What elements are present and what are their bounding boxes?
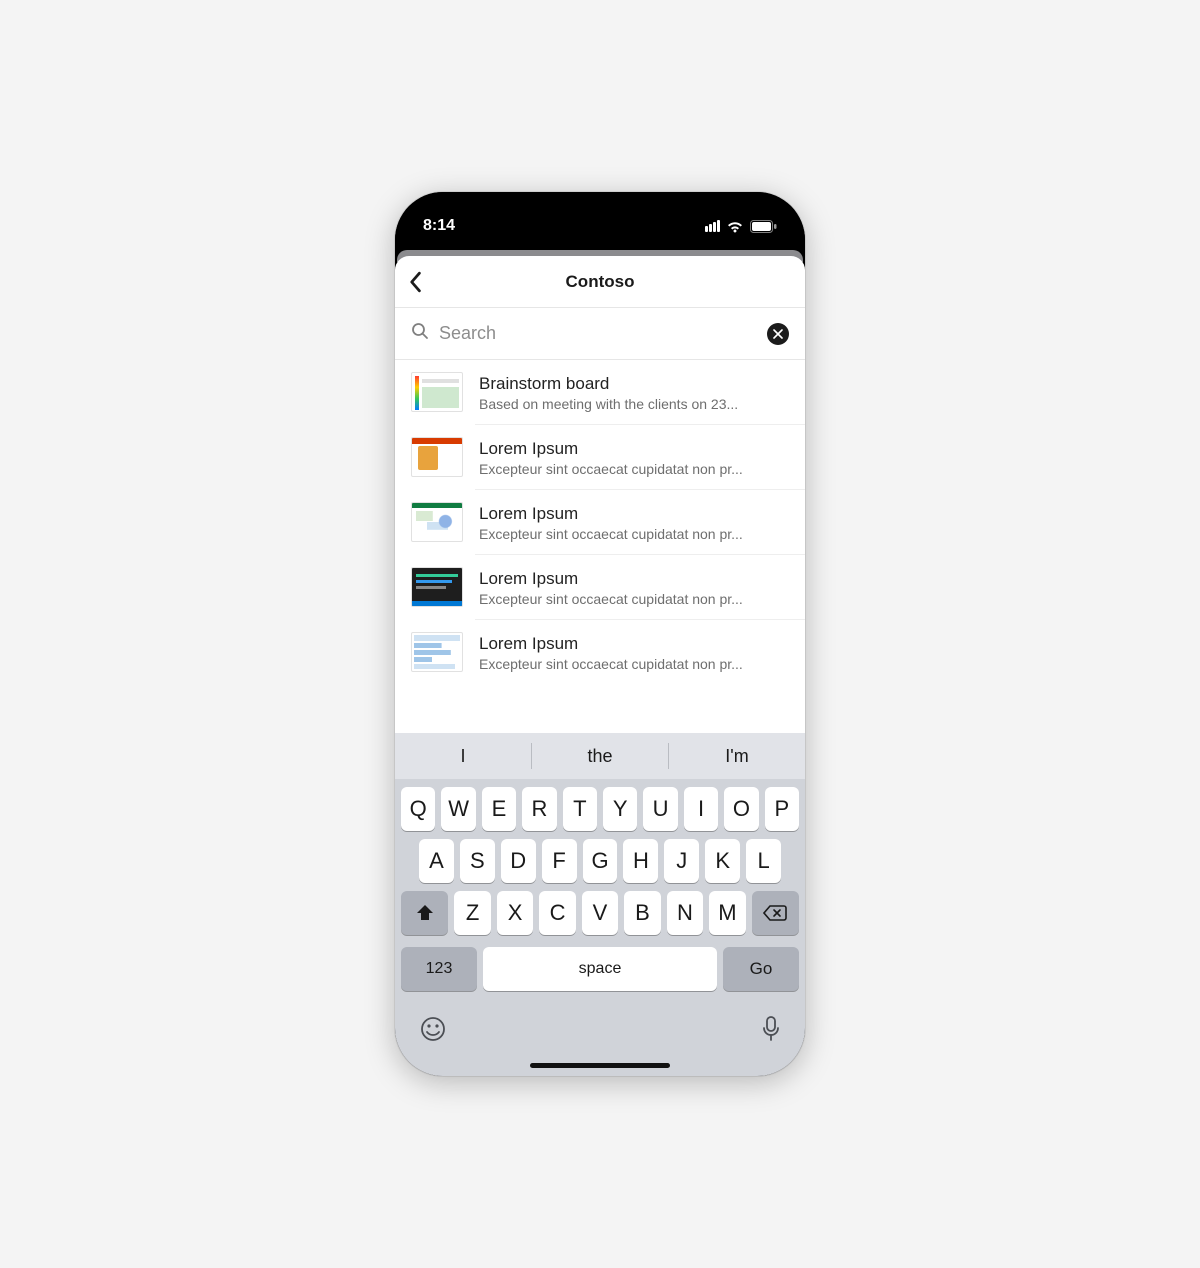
shift-key[interactable] [401,891,448,935]
key-c[interactable]: C [539,891,575,935]
phone-frame: 8:14 Contoso [395,192,805,1076]
key-t[interactable]: T [563,787,597,831]
suggestion[interactable]: the [532,746,668,767]
key-z[interactable]: Z [454,891,490,935]
key-v[interactable]: V [582,891,618,935]
status-bar: 8:14 [395,192,805,250]
result-title: Lorem Ipsum [479,439,789,459]
battery-icon [750,220,777,233]
search-icon [411,322,429,345]
key-b[interactable]: B [624,891,660,935]
result-title: Brainstorm board [479,374,789,394]
key-i[interactable]: I [684,787,718,831]
keyboard-suggestions: I the I'm [395,733,805,779]
key-n[interactable]: N [667,891,703,935]
key-w[interactable]: W [441,787,475,831]
back-button[interactable] [407,256,447,307]
key-d[interactable]: D [501,839,536,883]
key-q[interactable]: Q [401,787,435,831]
results-list: Brainstorm board Based on meeting with t… [395,360,805,733]
key-a[interactable]: A [419,839,454,883]
key-x[interactable]: X [497,891,533,935]
emoji-button[interactable] [419,1015,447,1048]
keyboard-toolbar [395,999,805,1063]
key-k[interactable]: K [705,839,740,883]
result-subtitle: Excepteur sint occaecat cupidatat non pr… [479,461,789,477]
suggestion[interactable]: I [395,746,531,767]
list-item[interactable]: Lorem Ipsum Excepteur sint occaecat cupi… [395,620,805,684]
result-title: Lorem Ipsum [479,634,789,654]
key-u[interactable]: U [643,787,677,831]
result-title: Lorem Ipsum [479,504,789,524]
list-item[interactable]: Brainstorm board Based on meeting with t… [395,360,805,424]
result-thumbnail [411,437,463,477]
key-s[interactable]: S [460,839,495,883]
wifi-icon [726,220,744,233]
status-icons [704,220,777,233]
result-subtitle: Excepteur sint occaecat cupidatat non pr… [479,526,789,542]
search-bar [395,308,805,360]
result-thumbnail [411,632,463,672]
result-subtitle: Excepteur sint occaecat cupidatat non pr… [479,591,789,607]
key-e[interactable]: E [482,787,516,831]
space-key[interactable]: space [483,947,717,991]
home-indicator[interactable] [530,1063,670,1068]
clear-search-button[interactable] [767,323,789,345]
backspace-key[interactable] [752,891,799,935]
suggestion[interactable]: I'm [669,746,805,767]
key-y[interactable]: Y [603,787,637,831]
result-thumbnail [411,502,463,542]
key-f[interactable]: F [542,839,577,883]
list-item[interactable]: Lorem Ipsum Excepteur sint occaecat cupi… [395,425,805,489]
list-item[interactable]: Lorem Ipsum Excepteur sint occaecat cupi… [395,555,805,619]
key-j[interactable]: J [664,839,699,883]
numbers-key[interactable]: 123 [401,947,477,991]
go-key[interactable]: Go [723,947,799,991]
result-thumbnail [411,567,463,607]
key-g[interactable]: G [583,839,618,883]
key-h[interactable]: H [623,839,658,883]
page-title: Contoso [566,272,635,292]
dictation-button[interactable] [761,1015,781,1048]
result-subtitle: Excepteur sint occaecat cupidatat non pr… [479,656,789,672]
list-item[interactable]: Lorem Ipsum Excepteur sint occaecat cupi… [395,490,805,554]
key-m[interactable]: M [709,891,745,935]
key-p[interactable]: P [765,787,799,831]
status-time: 8:14 [423,217,455,235]
key-l[interactable]: L [746,839,781,883]
key-o[interactable]: O [724,787,758,831]
key-r[interactable]: R [522,787,556,831]
keyboard: I the I'm Q W E R T Y U I O P A S [395,733,805,1076]
cellular-icon [704,220,720,232]
result-thumbnail [411,372,463,412]
result-title: Lorem Ipsum [479,569,789,589]
result-subtitle: Based on meeting with the clients on 23.… [479,396,789,412]
search-input[interactable] [439,323,757,344]
nav-header: Contoso [395,256,805,308]
